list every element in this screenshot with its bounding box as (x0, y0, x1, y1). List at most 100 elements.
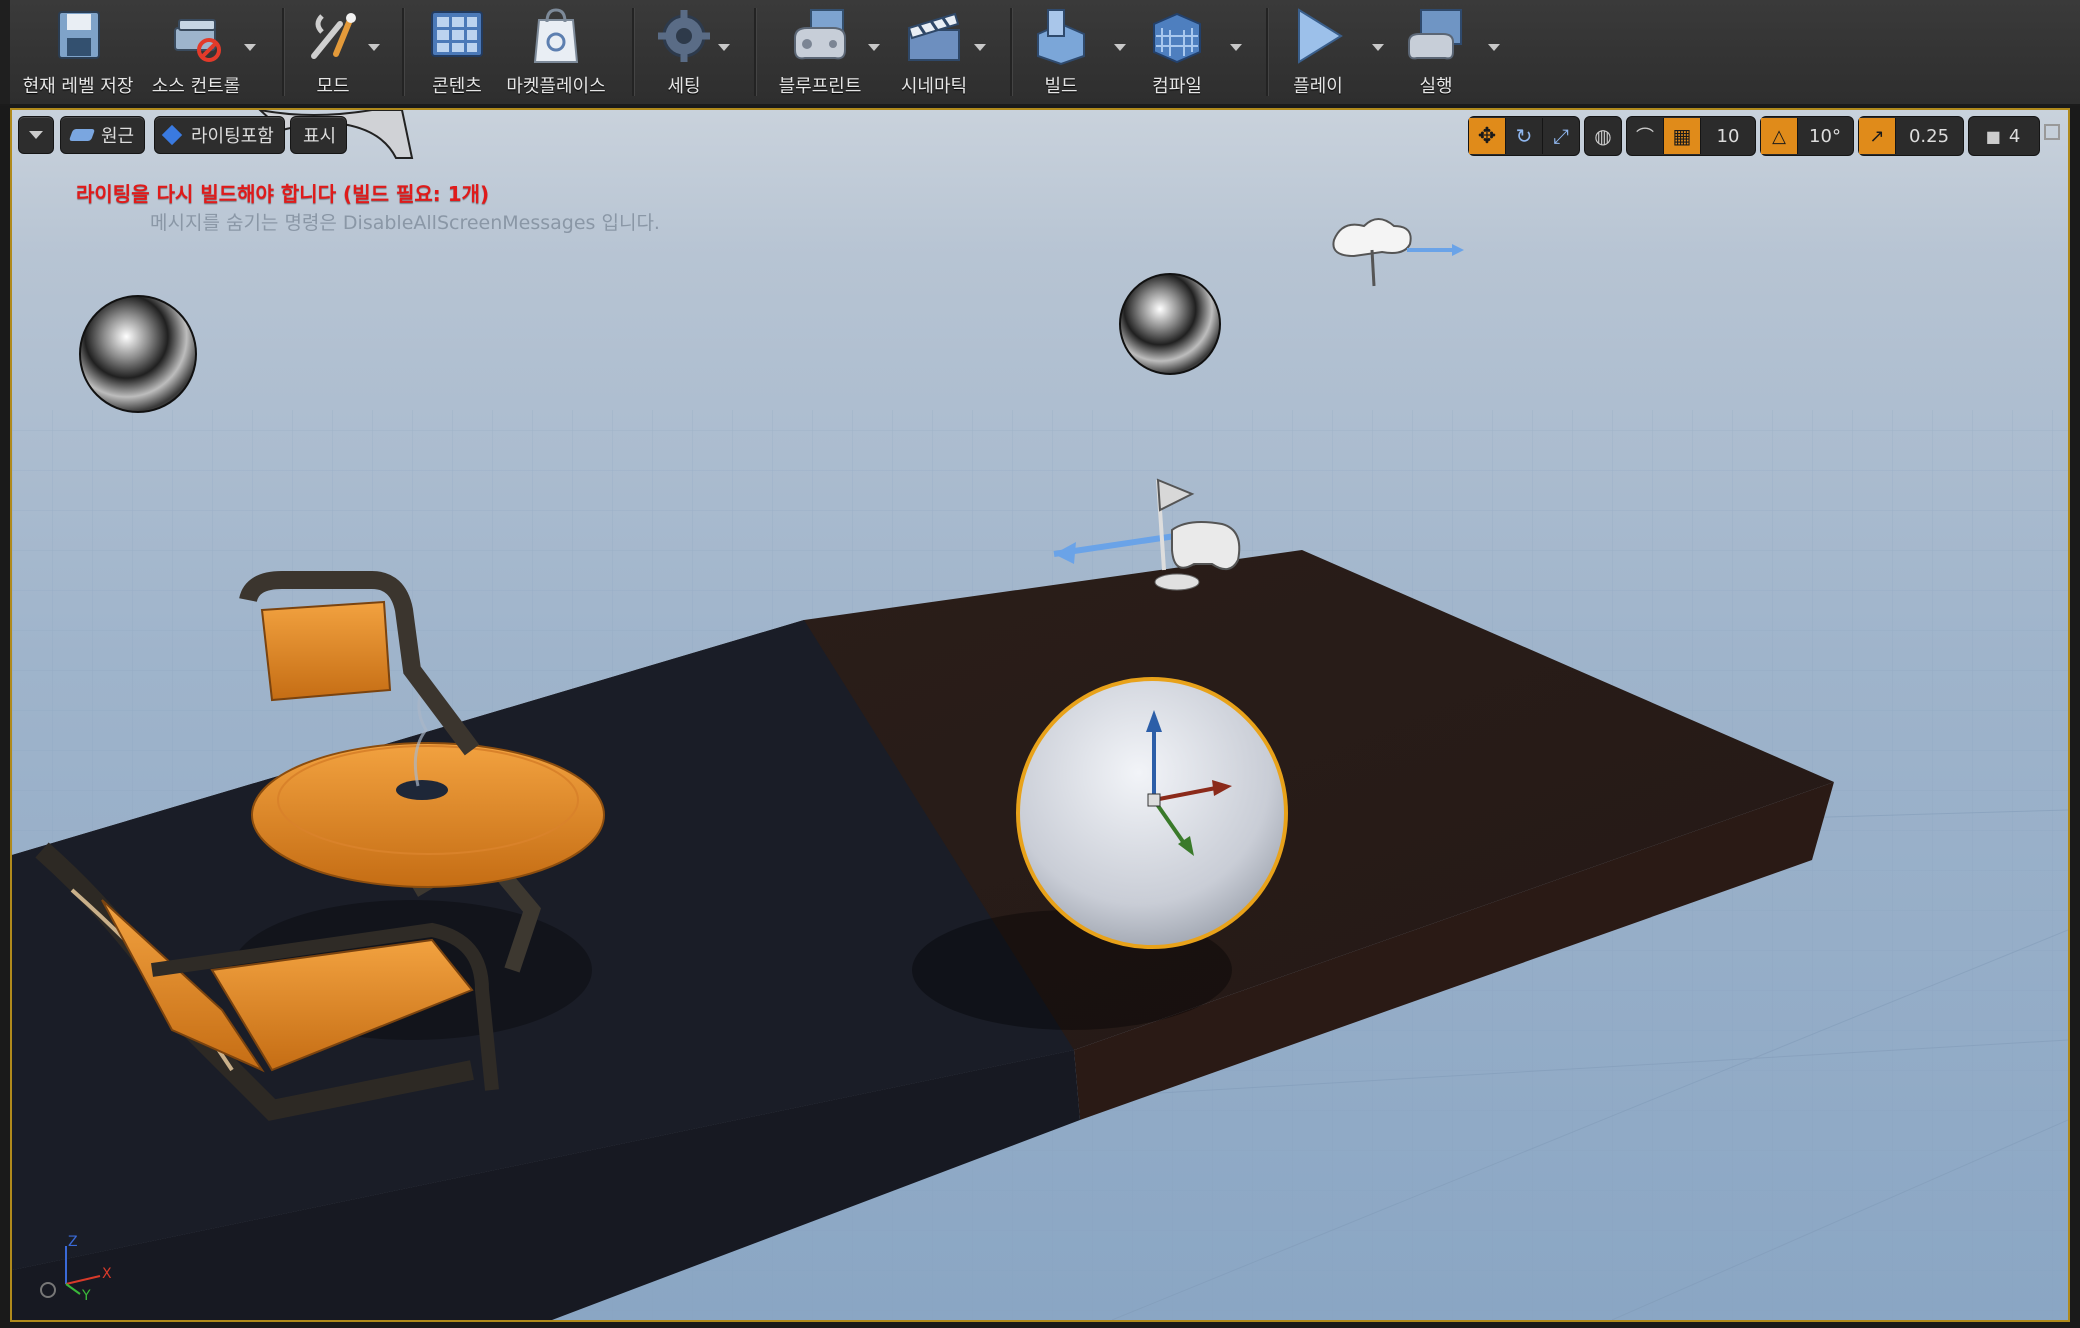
show-button[interactable]: 표시 (290, 116, 348, 154)
rotation-snap-group: △ 10° (1760, 116, 1854, 156)
show-label: 표시 (303, 126, 337, 147)
save-current-level-button[interactable]: 현재 레벨 저장 (16, 6, 140, 98)
scale-snap-value[interactable]: 0.25 (1896, 118, 1962, 154)
source-control-icon (174, 19, 221, 62)
toolbar-divider (282, 8, 284, 96)
play-dropdown[interactable] (1372, 44, 1384, 51)
axis-z-label: Z (68, 1234, 78, 1250)
toolbar-divider (632, 8, 634, 96)
viewport-options-button[interactable] (18, 116, 54, 154)
blueprints-dropdown[interactable] (868, 44, 880, 51)
modes-dropdown[interactable] (368, 44, 380, 51)
chevron-down-icon (29, 131, 43, 139)
lit-cube-icon (161, 124, 183, 146)
maximize-viewport-icon[interactable] (2044, 124, 2060, 140)
camera-speed-button[interactable]: ■ 4 (1969, 118, 2037, 154)
marketplace-button[interactable]: 마켓플레이스 (502, 6, 610, 98)
grid-snap-label: 10 (1716, 125, 1740, 147)
build-button[interactable]: 빌드 (1028, 6, 1094, 98)
level-viewport[interactable]: 원근 라이팅포함 표시 ✥ ↻ ⤢ ◍ ⌒ ▦ 10 △ 10° ↗ 0.25 … (10, 108, 2070, 1322)
cinematics-button[interactable]: 시네마틱 (890, 6, 978, 98)
build-dropdown[interactable] (1114, 44, 1126, 51)
play-icon (1298, 8, 1343, 64)
help-icon (40, 1282, 56, 1298)
scale-snap-toggle[interactable]: ↗ (1859, 118, 1896, 154)
main-toolbar: 현재 레벨 저장 소스 컨트롤 모드 콘텐츠 마켓플레이스 세팅 블루프린트 시… (0, 0, 2080, 106)
save-icon (58, 11, 100, 59)
build-icon (1037, 9, 1085, 66)
toolbar-divider (1010, 8, 1012, 96)
world-coordinates-button[interactable]: ◍ (1585, 118, 1621, 154)
toolbar-label: 현재 레벨 저장 (22, 76, 134, 97)
grid-snap-value[interactable]: 10 (1701, 118, 1755, 154)
scale-snap-label: 0.25 (1908, 125, 1950, 147)
lighting-mode-button[interactable]: 라이팅포함 (154, 116, 285, 154)
camera-speed-label: 4 (2008, 125, 2021, 147)
rotation-snap-value[interactable]: 10° (1798, 118, 1852, 154)
lighting-mode-label: 라이팅포함 (191, 126, 274, 147)
content-icon (431, 11, 483, 57)
blueprints-button[interactable]: 블루프린트 (770, 6, 870, 98)
surface-snap-icon: ⌒ (1636, 127, 1654, 148)
scale-icon: ⤢ (1553, 124, 1569, 148)
translate-mode-button[interactable]: ✥ (1469, 118, 1506, 154)
source-control-button[interactable]: 소스 컨트롤 (146, 6, 246, 98)
launch-icon (1408, 9, 1462, 60)
source-control-dropdown[interactable] (244, 44, 256, 51)
toolbar-divider (754, 8, 756, 96)
toolbar-label: 컴파일 (1152, 76, 1202, 97)
grid-snap-group: ⌒ ▦ 10 (1626, 116, 1756, 156)
axis-x-label: X (102, 1266, 112, 1282)
toolbar-label: 실행 (1419, 76, 1453, 97)
view-mode-button[interactable]: 원근 (60, 116, 146, 154)
toolbar-label: 세팅 (667, 76, 701, 97)
toolbar-label: 소스 컨트롤 (151, 76, 241, 97)
scene-render[interactable] (12, 110, 2068, 1320)
settings-icon (658, 10, 710, 62)
launch-dropdown[interactable] (1488, 44, 1500, 51)
compile-button[interactable]: 컴파일 (1142, 6, 1212, 98)
settings-dropdown[interactable] (718, 44, 730, 51)
scale-snap-group: ↗ 0.25 (1858, 116, 1964, 156)
transform-mode-group: ✥ ↻ ⤢ (1468, 116, 1580, 156)
rotate-mode-button[interactable]: ↻ (1506, 118, 1543, 154)
camera-icon: ■ (1985, 126, 2001, 146)
view-mode-label: 원근 (101, 126, 135, 147)
compile-icon (1153, 12, 1201, 64)
toolbar-label: 콘텐츠 (432, 76, 482, 97)
surface-snap-button[interactable]: ⌒ (1627, 118, 1664, 154)
toolbar-label: 빌드 (1044, 76, 1078, 97)
cinematic-icon (907, 12, 960, 61)
modes-button[interactable]: 모드 (292, 6, 374, 98)
scale-snap-icon: ↗ (1869, 125, 1885, 147)
modes-icon (311, 13, 356, 59)
camera-speed-group: ■ 4 (1968, 116, 2040, 156)
toolbar-divider (1266, 8, 1268, 96)
rotation-snap-toggle[interactable]: △ (1761, 118, 1798, 154)
toolbar-label: 모드 (316, 76, 350, 97)
cinematics-dropdown[interactable] (974, 44, 986, 51)
axis-y-label: Y (81, 1288, 91, 1302)
toolbar-divider (402, 8, 404, 96)
move-icon: ✥ (1477, 123, 1497, 149)
lighting-rebuild-warning: 라이팅을 다시 빌드해야 합니다 (빌드 필요: 1개) (76, 182, 490, 206)
toolbar-label: 플레이 (1293, 76, 1343, 97)
globe-icon: ◍ (1594, 124, 1612, 148)
toolbar-label: 블루프린트 (778, 76, 862, 97)
axis-indicator: Z X Y (40, 1234, 112, 1302)
rotation-snap-label: 10° (1809, 125, 1841, 147)
play-button[interactable]: 플레이 (1282, 6, 1354, 98)
toolbar-label: 시네마틱 (900, 76, 968, 97)
grid-icon: ▦ (1672, 124, 1692, 148)
angle-icon: △ (1772, 125, 1786, 147)
screen-message-hint: 메시지를 숨기는 명령은 DisableAllScreenMessages 입니… (150, 212, 660, 234)
toolbar-label: 마켓플레이스 (506, 76, 606, 97)
marketplace-icon (533, 8, 579, 63)
compile-dropdown[interactable] (1230, 44, 1242, 51)
content-button[interactable]: 콘텐츠 (412, 6, 502, 98)
grid-snap-toggle[interactable]: ▦ (1664, 118, 1701, 154)
scale-mode-button[interactable]: ⤢ (1543, 118, 1579, 154)
launch-button[interactable]: 실행 (1400, 6, 1472, 98)
blueprint-icon (794, 9, 846, 60)
settings-button[interactable]: 세팅 (648, 6, 720, 98)
